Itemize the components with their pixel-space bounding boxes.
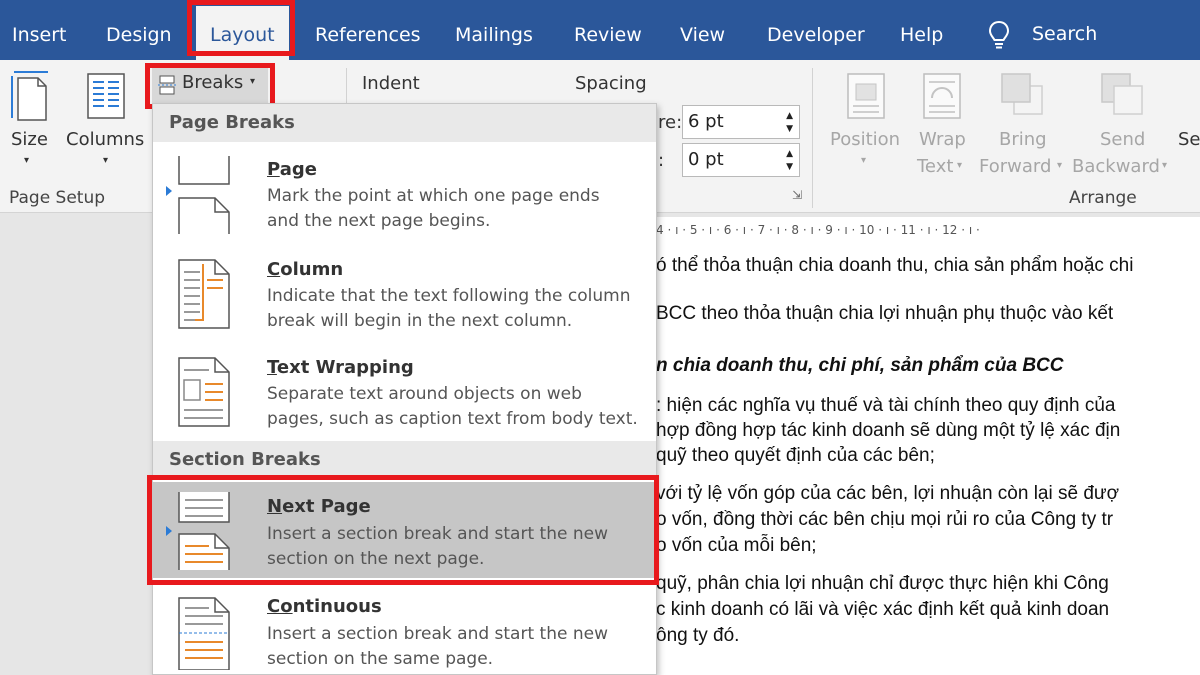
- bring-forward-label-1[interactable]: Bring: [999, 129, 1047, 150]
- bring-forward-label-2[interactable]: Forward: [979, 156, 1051, 177]
- menu-item-next-page[interactable]: Next Page Insert a section break and sta…: [153, 482, 656, 578]
- document-line: ông ty đó.: [656, 625, 740, 646]
- tab-layout[interactable]: Layout: [196, 6, 289, 60]
- indent-label: Indent: [362, 73, 420, 94]
- document-line: BCC theo thỏa thuận chia lợi nhuận phụ t…: [656, 303, 1114, 324]
- text-wrapping-break-icon: [178, 357, 230, 427]
- tab-mailings[interactable]: Mailings: [455, 0, 533, 60]
- breaks-icon: [158, 75, 176, 95]
- columns-dropdown-arrow[interactable]: ▾: [103, 155, 108, 166]
- menu-item-text-wrapping-break[interactable]: Text Wrapping Separate text around objec…: [153, 340, 656, 438]
- document-line: quỹ, phân chia lợi nhuận chỉ được thực h…: [656, 573, 1109, 594]
- wrap-text-icon[interactable]: [922, 72, 962, 120]
- spacing-after-label: :: [658, 150, 665, 171]
- document-line: c kinh doanh có lãi và việc xác định kết…: [656, 599, 1110, 620]
- page-break-icon: [178, 156, 230, 234]
- lightbulb-icon[interactable]: [988, 20, 1010, 50]
- spin-up-icon[interactable]: ▲: [786, 111, 793, 121]
- arrange-group-label: Arrange: [1069, 188, 1137, 208]
- send-backward-label-1[interactable]: Send: [1100, 129, 1145, 150]
- wrap-text-dropdown-arrow[interactable]: ▾: [957, 160, 962, 171]
- document-line: hợp đồng hợp tác kinh doanh sẽ dùng một …: [656, 420, 1121, 441]
- position-label[interactable]: Position: [830, 129, 900, 150]
- tab-developer[interactable]: Developer: [767, 0, 865, 60]
- tab-review[interactable]: Review: [574, 0, 642, 60]
- spacing-label: Spacing: [575, 73, 647, 94]
- page-breaks-header: Page Breaks: [153, 104, 656, 142]
- position-dropdown-arrow[interactable]: ▾: [861, 155, 866, 166]
- document-line: với tỷ lệ vốn góp của các bên, lợi nhuận…: [656, 483, 1120, 504]
- selection-pane-label[interactable]: Se: [1178, 129, 1200, 150]
- breaks-label: Breaks: [182, 72, 244, 93]
- spin-up-icon[interactable]: ▲: [786, 149, 793, 159]
- search-label[interactable]: Search: [1032, 0, 1097, 60]
- size-label[interactable]: Size: [11, 129, 48, 150]
- document-line: quỹ theo quyết định của các bên;: [656, 445, 935, 466]
- document-line: o vốn, đồng thời các bên chịu mọi rủi ro…: [656, 509, 1114, 530]
- tab-help[interactable]: Help: [900, 0, 943, 60]
- spacing-after-spinner[interactable]: 0 pt ▲ ▼: [682, 143, 800, 177]
- wrap-text-label-1[interactable]: Wrap: [919, 129, 966, 150]
- size-icon[interactable]: [10, 68, 50, 122]
- section-breaks-header: Section Breaks: [153, 441, 656, 479]
- send-backward-label-2[interactable]: Backward: [1072, 156, 1160, 177]
- bring-forward-dropdown-arrow[interactable]: ▾: [1057, 160, 1062, 171]
- tab-references[interactable]: References: [315, 0, 421, 60]
- send-backward-dropdown-arrow[interactable]: ▾: [1162, 160, 1167, 171]
- menu-item-column-break[interactable]: Column Indicate that the text following …: [153, 242, 656, 340]
- bring-forward-icon[interactable]: [1000, 72, 1044, 116]
- size-dropdown-arrow[interactable]: ▾: [24, 155, 29, 166]
- columns-icon[interactable]: [86, 72, 126, 120]
- tab-view[interactable]: View: [680, 0, 725, 60]
- document-page[interactable]: ó thể thỏa thuận chia doanh thu, chia sả…: [656, 245, 1200, 675]
- breaks-dropdown-arrow: ▾: [250, 76, 256, 87]
- document-line: ó thể thỏa thuận chia doanh thu, chia sả…: [656, 255, 1134, 276]
- breaks-dropdown-menu: Page Breaks Page Mark the point at which…: [152, 103, 657, 675]
- spacing-before-value: 6 pt: [688, 111, 724, 132]
- paragraph-dialog-launcher-icon[interactable]: ⇲: [792, 188, 802, 202]
- spin-down-icon[interactable]: ▼: [786, 124, 793, 134]
- next-page-section-icon: [178, 492, 230, 570]
- menu-item-continuous[interactable]: Continuous Insert a section break and st…: [153, 582, 656, 674]
- menu-item-page-break[interactable]: Page Mark the point at which one page en…: [153, 142, 656, 240]
- document-line: o vốn của mỗi bên;: [656, 535, 817, 556]
- column-break-icon: [178, 259, 230, 329]
- ribbon-tab-bar: Insert Design Layout References Mailings…: [0, 0, 1200, 60]
- spacing-before-spinner[interactable]: 6 pt ▲ ▼: [682, 105, 800, 139]
- spacing-after-value: 0 pt: [688, 149, 724, 170]
- tab-insert[interactable]: Insert: [12, 0, 67, 60]
- send-backward-icon[interactable]: [1100, 72, 1144, 116]
- spacing-before-label: re:: [658, 112, 683, 133]
- columns-label[interactable]: Columns: [66, 129, 144, 150]
- position-icon[interactable]: [846, 72, 886, 120]
- wrap-text-label-2[interactable]: Text: [917, 156, 953, 177]
- breaks-button[interactable]: Breaks ▾: [152, 67, 268, 103]
- spin-down-icon[interactable]: ▼: [786, 162, 793, 172]
- continuous-section-icon: [178, 597, 230, 670]
- horizontal-ruler[interactable]: 4 · ı · 5 · ı · 6 · ı · 7 · ı · 8 · ı · …: [656, 217, 1200, 245]
- tab-design[interactable]: Design: [106, 0, 172, 60]
- document-heading: n chia doanh thu, chi phí, sản phẩm của …: [656, 355, 1064, 376]
- page-setup-group-label: Page Setup: [9, 188, 106, 208]
- document-line: : hiện các nghĩa vụ thuế và tài chính th…: [656, 395, 1116, 416]
